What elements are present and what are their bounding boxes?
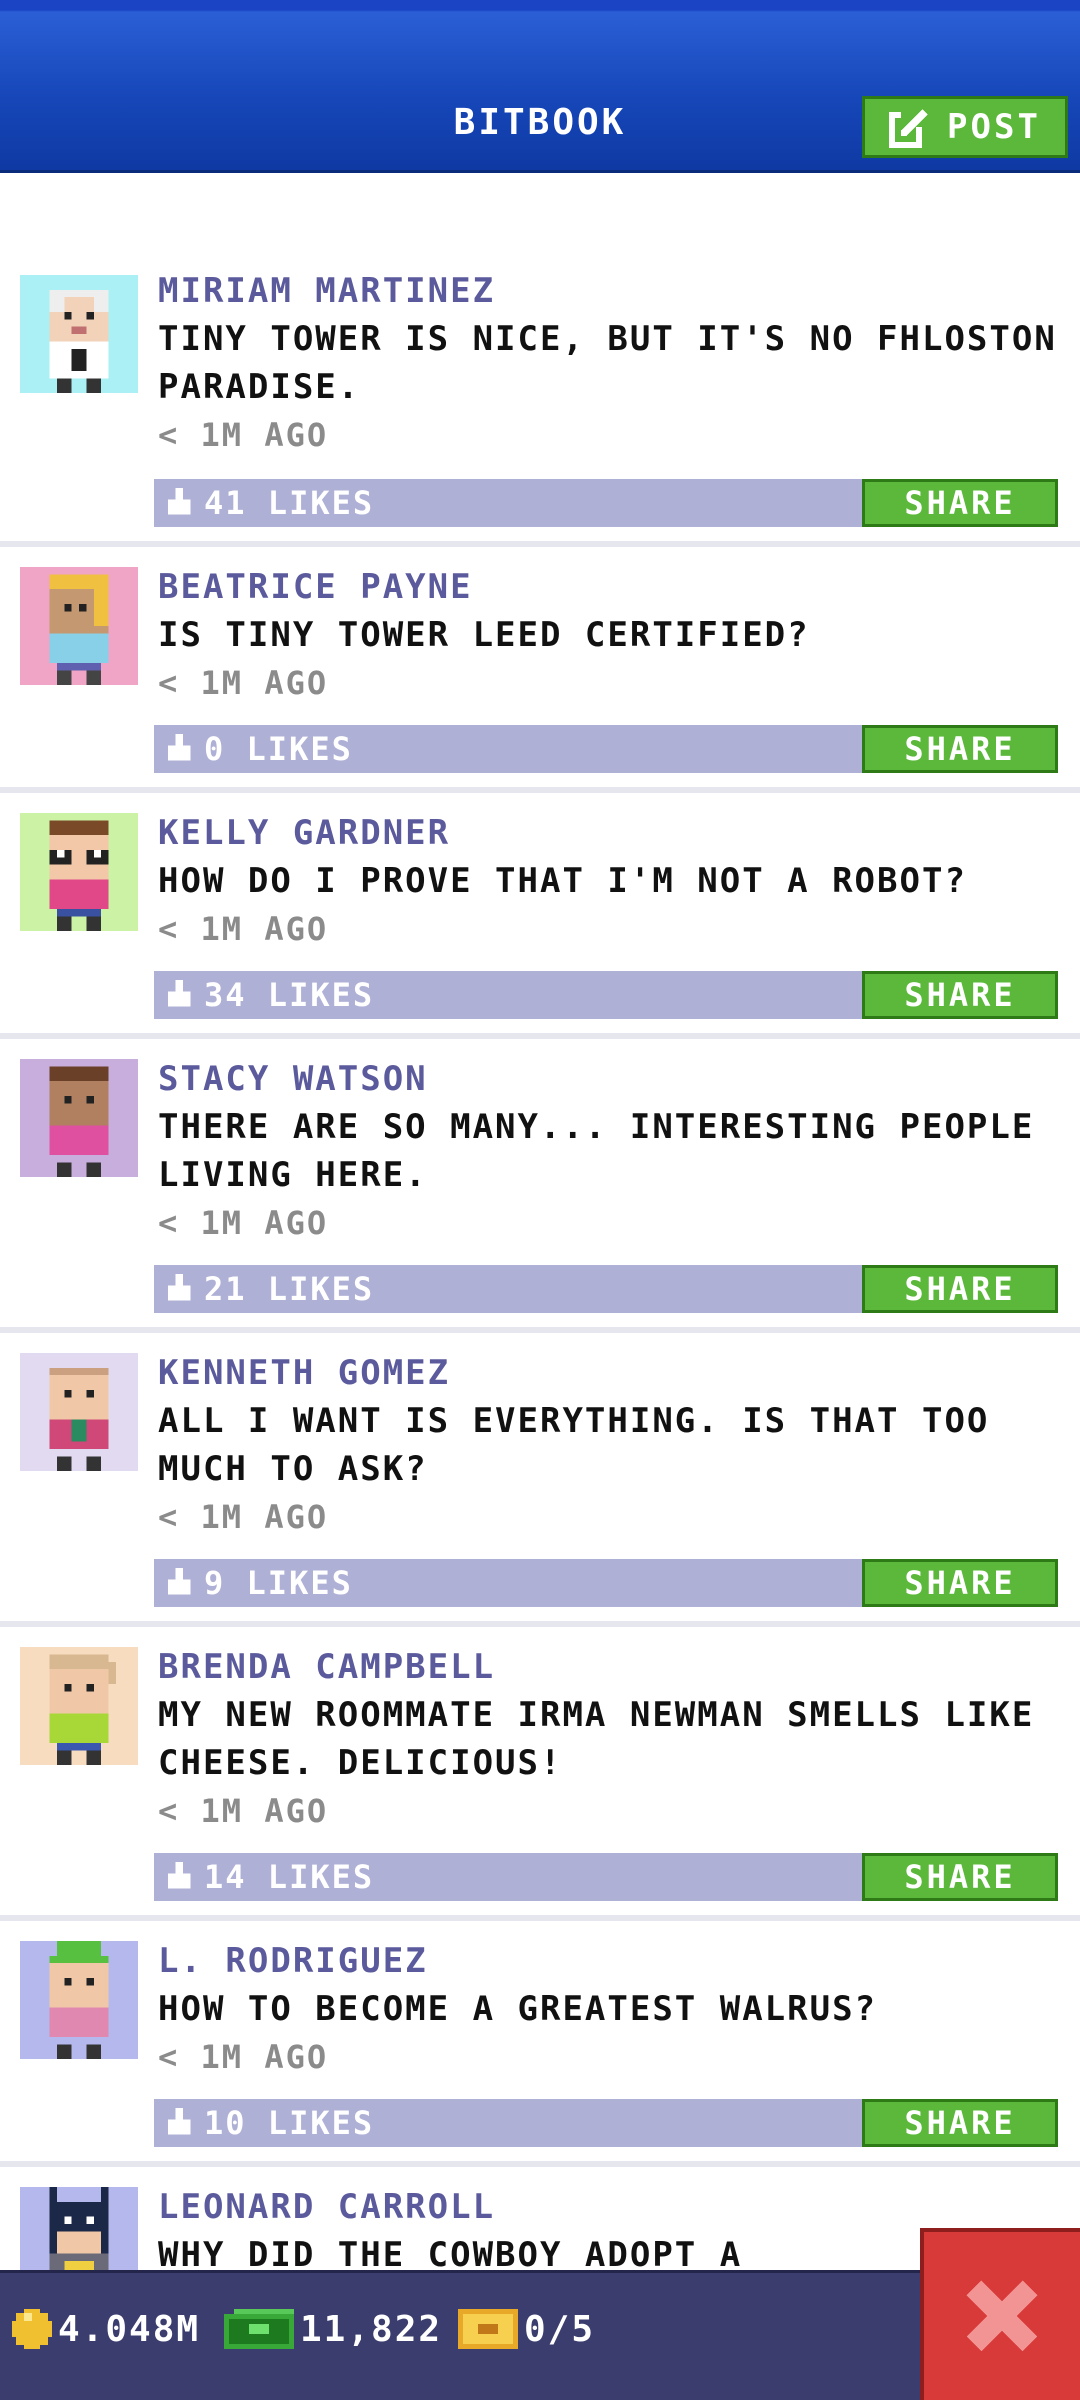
bitbook-screen: BITBOOK POST MIRIAM MARTINEZ TINY TOWER … — [0, 0, 1080, 2400]
post-time: < 1M AGO — [158, 1792, 329, 1830]
post-content: L. RODRIGUEZ HOW TO BECOME A GREATEST WA… — [158, 1941, 1062, 2081]
post-content: MIRIAM MARTINEZ TINY TOWER IS NICE, BUT … — [158, 271, 1062, 459]
person-avatar-icon — [49, 1654, 116, 1765]
avatar — [20, 813, 138, 931]
feed-post: L. RODRIGUEZ HOW TO BECOME A GREATEST WA… — [0, 1921, 1080, 2167]
like-bar[interactable]: 14 LIKES — [154, 1853, 862, 1901]
post-content: BEATRICE PAYNE IS TINY TOWER LEED CERTIF… — [158, 567, 1062, 707]
avatar — [20, 1647, 138, 1765]
likes-count: 34 LIKES — [204, 976, 375, 1014]
bux-value: 11,822 — [300, 2308, 443, 2350]
ticket-icon — [458, 2309, 518, 2349]
post-content: BRENDA CAMPBELL MY NEW ROOMMATE IRMA NEW… — [158, 1647, 1062, 1835]
feed-post: BRENDA CAMPBELL MY NEW ROOMMATE IRMA NEW… — [0, 1627, 1080, 1921]
person-avatar-icon — [49, 1367, 109, 1471]
post-message: HOW TO BECOME A GREATEST WALRUS? — [158, 1989, 878, 2029]
header-bar: BITBOOK POST — [0, 0, 1080, 173]
likes-count: 0 LIKES — [204, 730, 353, 768]
post-author: MIRIAM MARTINEZ — [158, 271, 496, 311]
feed-post: KELLY GARDNER HOW DO I PROVE THAT I'M NO… — [0, 793, 1080, 1039]
person-avatar-icon — [49, 820, 109, 931]
avatar — [20, 567, 138, 685]
post-content: KELLY GARDNER HOW DO I PROVE THAT I'M NO… — [158, 813, 1062, 953]
post-button[interactable]: POST — [862, 96, 1068, 158]
post-time: < 1M AGO — [158, 664, 329, 702]
bux-stat: 11,822 — [224, 2301, 442, 2357]
avatar — [20, 1059, 138, 1177]
post-message: ALL I WANT IS EVERYTHING. IS THAT TOO MU… — [158, 1401, 990, 1489]
likes-count: 10 LIKES — [204, 2104, 375, 2142]
avatar — [20, 1941, 138, 2059]
feed-post: BEATRICE PAYNE IS TINY TOWER LEED CERTIF… — [0, 547, 1080, 793]
post-author: L. RODRIGUEZ — [158, 1941, 428, 1981]
tickets-value: 0/5 — [524, 2308, 596, 2350]
like-bar[interactable]: 41 LIKES — [154, 479, 862, 527]
tickets-stat: 0/5 — [458, 2301, 595, 2357]
post-content: STACY WATSON THERE ARE SO MANY... INTERE… — [158, 1059, 1062, 1247]
post-message: MY NEW ROOMMATE IRMA NEWMAN SMELLS LIKE … — [158, 1695, 1035, 1783]
avatar — [20, 1353, 138, 1471]
like-bar[interactable]: 0 LIKES — [154, 725, 862, 773]
likes-count: 41 LIKES — [204, 484, 375, 522]
feed-list[interactable]: MIRIAM MARTINEZ TINY TOWER IS NICE, BUT … — [0, 271, 1080, 2367]
coin-icon — [12, 2309, 52, 2349]
person-avatar-icon — [49, 289, 109, 393]
post-message: TINY TOWER IS NICE, BUT IT'S NO FHLOSTON… — [158, 319, 1057, 407]
feed-post: KENNETH GOMEZ ALL I WANT IS EVERYTHING. … — [0, 1333, 1080, 1627]
thumb-icon — [167, 734, 191, 761]
share-button[interactable]: SHARE — [862, 2099, 1058, 2147]
post-time: < 1M AGO — [158, 1204, 329, 1242]
like-bar[interactable]: 10 LIKES — [154, 2099, 862, 2147]
thumb-icon — [167, 1862, 191, 1889]
post-time: < 1M AGO — [158, 2038, 329, 2076]
thumb-icon — [167, 1568, 191, 1595]
post-author: BRENDA CAMPBELL — [158, 1647, 496, 1687]
share-button[interactable]: SHARE — [862, 1853, 1058, 1901]
post-author: STACY WATSON — [158, 1059, 428, 1099]
post-time: < 1M AGO — [158, 416, 329, 454]
avatar — [20, 275, 138, 393]
thumb-icon — [167, 488, 191, 515]
close-button[interactable] — [920, 2228, 1080, 2400]
person-avatar-icon — [49, 1941, 109, 2059]
coins-value: 4.048M — [58, 2308, 201, 2350]
feed-post: MIRIAM MARTINEZ TINY TOWER IS NICE, BUT … — [0, 271, 1080, 547]
share-button[interactable]: SHARE — [862, 1265, 1058, 1313]
post-author: LEONARD CARROLL — [158, 2187, 496, 2227]
post-author: BEATRICE PAYNE — [158, 567, 473, 607]
share-button[interactable]: SHARE — [862, 725, 1058, 773]
likes-count: 14 LIKES — [204, 1858, 375, 1896]
post-message: THERE ARE SO MANY... INTERESTING PEOPLE … — [158, 1107, 1035, 1195]
like-bar[interactable]: 21 LIKES — [154, 1265, 862, 1313]
post-time: < 1M AGO — [158, 1498, 329, 1536]
post-button-label: POST — [947, 107, 1041, 147]
like-bar[interactable]: 9 LIKES — [154, 1559, 862, 1607]
edit-icon — [889, 109, 929, 148]
post-time: < 1M AGO — [158, 910, 329, 948]
close-icon — [966, 2280, 1038, 2352]
bux-icon — [224, 2309, 294, 2349]
person-avatar-icon — [49, 574, 109, 685]
share-button[interactable]: SHARE — [862, 479, 1058, 527]
share-button[interactable]: SHARE — [862, 971, 1058, 1019]
currency-bar: 4.048M 11,822 0/5 — [0, 2270, 1080, 2400]
likes-count: 21 LIKES — [204, 1270, 375, 1308]
person-avatar-icon — [49, 1066, 109, 1177]
feed-post: STACY WATSON THERE ARE SO MANY... INTERE… — [0, 1039, 1080, 1333]
thumb-icon — [167, 2108, 191, 2135]
post-content: KENNETH GOMEZ ALL I WANT IS EVERYTHING. … — [158, 1353, 1062, 1541]
post-message: HOW DO I PROVE THAT I'M NOT A ROBOT? — [158, 861, 967, 901]
share-button[interactable]: SHARE — [862, 1559, 1058, 1607]
likes-count: 9 LIKES — [204, 1564, 353, 1602]
coins-stat: 4.048M — [12, 2301, 200, 2357]
thumb-icon — [167, 980, 191, 1007]
post-message: IS TINY TOWER LEED CERTIFIED? — [158, 615, 810, 655]
thumb-icon — [167, 1274, 191, 1301]
like-bar[interactable]: 34 LIKES — [154, 971, 862, 1019]
post-author: KENNETH GOMEZ — [158, 1353, 451, 1393]
post-author: KELLY GARDNER — [158, 813, 451, 853]
